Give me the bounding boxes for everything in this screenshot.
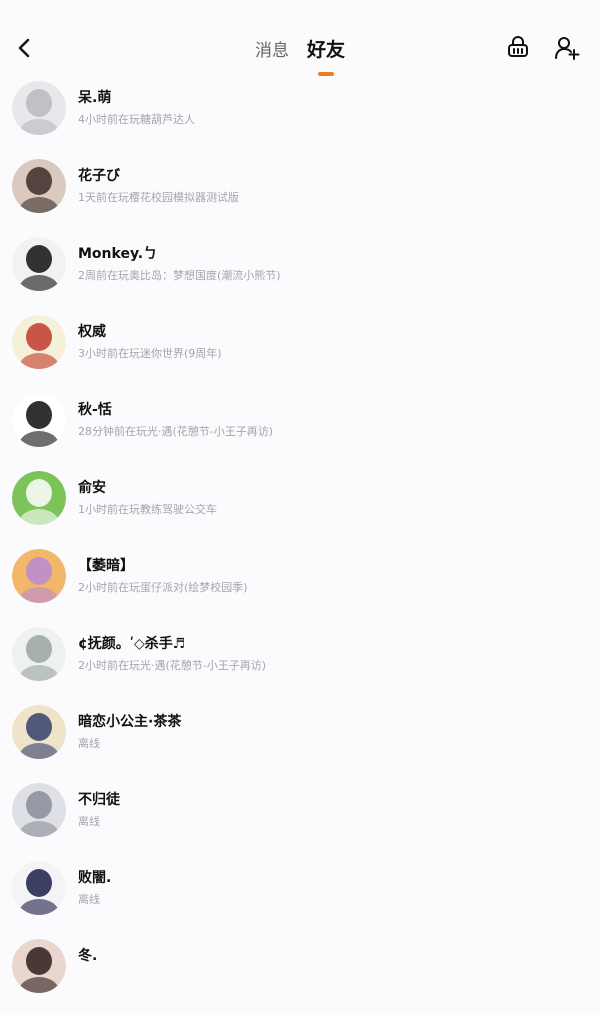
basket-button[interactable] [504,34,532,62]
friend-status: 3小时前在玩迷你世界(9周年) [78,347,222,360]
avatar[interactable] [12,783,66,837]
friend-status: 2小时前在玩光·遇(花憩节-小王子再访) [78,659,267,672]
friend-status: 离线 [78,815,100,828]
friend-name: 暗恋小公主·茶茶 [78,714,182,730]
friend-name: ¢抚颜。ʹ◇杀手♬ [78,636,186,652]
friend-name: 俞安 [78,480,106,496]
friend-status: 离线 [78,737,100,750]
avatar[interactable] [12,861,66,915]
tab-friends[interactable]: 好友 [307,33,345,64]
friend-row[interactable]: 冬. [0,936,600,1014]
friend-name: 【萎暗】 [78,558,134,574]
avatar[interactable] [12,627,66,681]
friend-row[interactable]: ¢抚颜。ʹ◇杀手♬ 2小时前在玩光·遇(花憩节-小王子再访) [0,624,600,702]
friend-status: 1小时前在玩教练驾驶公交车 [78,503,217,516]
add-friend-icon [555,37,580,60]
friend-name: 败闇. [78,870,112,886]
friend-row[interactable]: Monkey.ㄅ 2周前在玩奥比岛：梦想国度(潮流小熊节) [0,234,600,312]
basket-icon [508,36,528,57]
add-friend-button[interactable] [553,34,581,62]
avatar[interactable] [12,705,66,759]
friend-row[interactable]: 败闇. 离线 [0,858,600,936]
friend-row[interactable]: 俞安 1小时前在玩教练驾驶公交车 [0,468,600,546]
friend-status: 4小时前在玩糖葫芦达人 [78,113,195,126]
avatar[interactable] [12,315,66,369]
friend-row[interactable]: 呆.萌 4小时前在玩糖葫芦达人 [0,78,600,156]
top-bar: 消息 好友 [0,0,600,78]
friend-name: 花子び [78,168,120,184]
friend-row[interactable]: 【萎暗】 2小时前在玩蛋仔派对(绘梦校园季) [0,546,600,624]
friend-row[interactable]: 不归徒 离线 [0,780,600,858]
avatar[interactable] [12,81,66,135]
avatar[interactable] [12,237,66,291]
friend-status: 2周前在玩奥比岛：梦想国度(潮流小熊节) [78,269,281,282]
friend-row[interactable]: 秋-恬 28分钟前在玩光·遇(花憩节-小王子再访) [0,390,600,468]
friend-name: 冬. [78,948,98,964]
friend-name: 秋-恬 [78,402,112,418]
friend-status: 1天前在玩樱花校园模拟器测试版 [78,191,239,204]
friend-name: 不归徒 [78,792,120,808]
friend-row[interactable]: 花子び 1天前在玩樱花校园模拟器测试版 [0,156,600,234]
friend-status: 2小时前在玩蛋仔派对(绘梦校园季) [78,581,248,594]
friend-name: 权威 [78,324,106,340]
friend-status: 离线 [78,893,100,906]
avatar[interactable] [12,159,66,213]
friend-row[interactable]: 权威 3小时前在玩迷你世界(9周年) [0,312,600,390]
friend-name: 呆.萌 [78,90,112,106]
avatar[interactable] [12,471,66,525]
friend-status: 28分钟前在玩光·遇(花憩节-小王子再访) [78,425,274,438]
tab-messages[interactable]: 消息 [255,34,289,65]
friend-list: 呆.萌 4小时前在玩糖葫芦达人 花子び 1天前在玩樱花校园模拟器测试版 Monkey.ㄅ… [0,78,600,1014]
avatar[interactable] [12,549,66,603]
avatar[interactable] [12,939,66,993]
avatar[interactable] [12,393,66,447]
friend-row[interactable]: 暗恋小公主·茶茶 离线 [0,702,600,780]
friend-name: Monkey.ㄅ [78,246,158,262]
